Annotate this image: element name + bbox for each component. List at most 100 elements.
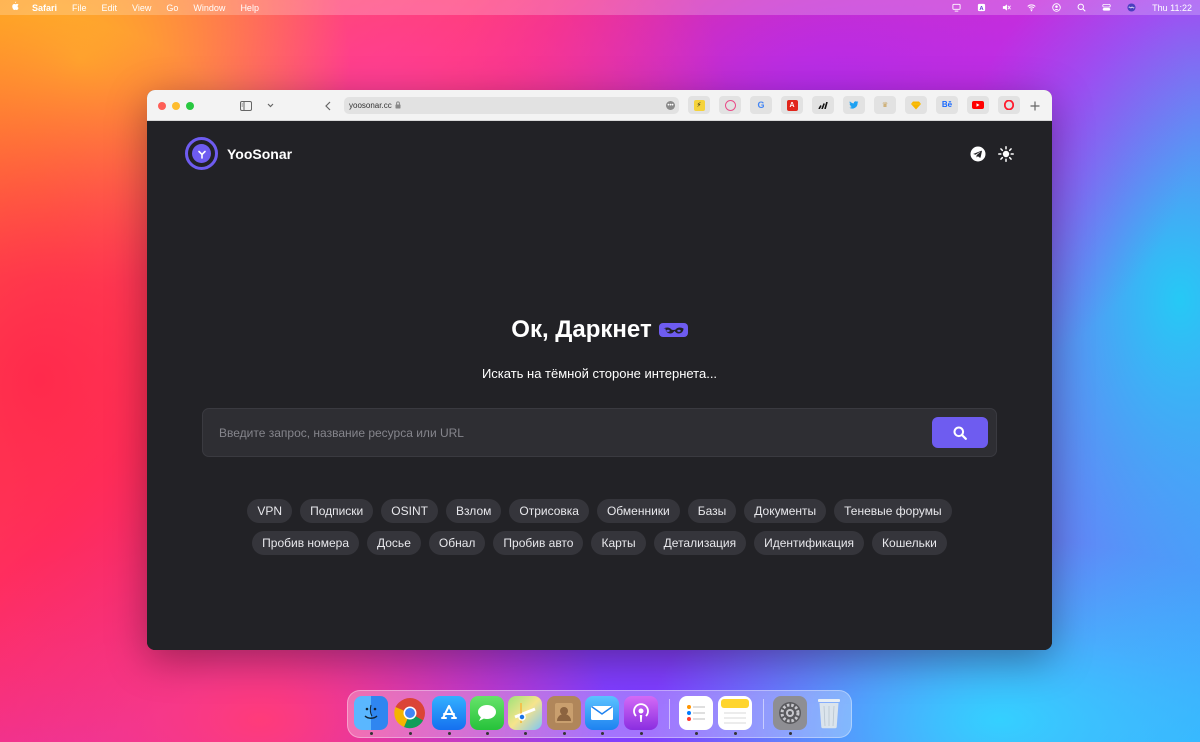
notes-icon[interactable] [718, 696, 752, 730]
tag-cashout[interactable]: Обнал [428, 531, 486, 555]
favorite-sketch-icon[interactable] [905, 96, 927, 114]
reminders-icon[interactable] [679, 696, 713, 730]
brand-name: YooSonar [227, 145, 293, 162]
search-input[interactable] [203, 409, 923, 456]
finder-running-dot [370, 732, 373, 735]
chrome-running-dot [409, 732, 412, 735]
podcasts-icon[interactable] [624, 696, 658, 730]
contacts-icon[interactable] [547, 696, 581, 730]
tag-row-2: Пробив номера Досье Обнал Пробив авто Ка… [147, 531, 1052, 555]
menu-help[interactable]: Help [240, 3, 259, 13]
spotlight-search-icon[interactable] [1077, 3, 1086, 12]
apple-menu-icon[interactable] [10, 1, 20, 14]
back-chevron-icon[interactable] [322, 98, 334, 113]
headline-text: Ок, Даркнет [511, 316, 652, 343]
dock-separator [669, 699, 670, 729]
favorite-youtube-icon[interactable] [967, 96, 989, 114]
favorite-1[interactable]: ⚡ [688, 96, 710, 114]
tag-osint[interactable]: OSINT [381, 499, 438, 523]
header-actions [958, 146, 1014, 162]
tag-shadow-forums[interactable]: Теневые форумы [834, 499, 952, 523]
favorite-adobe-icon[interactable]: A [781, 96, 803, 114]
screen-mirroring-icon[interactable] [952, 3, 961, 12]
page-subtitle: Искать на тёмной стороне интернета... [481, 366, 718, 381]
wifi-icon[interactable] [1027, 3, 1036, 12]
theme-toggle-sun-icon[interactable] [998, 146, 1014, 162]
contacts-running-dot [563, 732, 566, 735]
favorite-google-icon[interactable]: G [750, 96, 772, 114]
volume-muted-icon[interactable] [1002, 3, 1011, 12]
menu-bar: Safari File Edit View Go Window Help A T… [0, 0, 1200, 15]
browser-window: yoosonar.cc ••• ⚡ G A ♛ Bē YooSonar Ок, … [147, 90, 1052, 650]
address-bar[interactable]: yoosonar.cc ••• [344, 97, 679, 114]
finder-icon[interactable] [354, 696, 388, 730]
tag-dossier[interactable]: Досье [367, 531, 421, 555]
favorite-dribbble-icon[interactable] [719, 96, 741, 114]
browser-toolbar: yoosonar.cc ••• ⚡ G A ♛ Bē [147, 90, 1052, 121]
menu-view[interactable]: View [132, 3, 151, 13]
menu-window[interactable]: Window [193, 3, 225, 13]
maps-icon[interactable] [508, 696, 542, 730]
tag-wallets[interactable]: Кошельки [872, 531, 947, 555]
favorite-twitter-icon[interactable] [843, 96, 865, 114]
tab-group-chevron-down-icon[interactable] [265, 98, 275, 113]
trash-icon[interactable] [812, 696, 846, 730]
user-account-icon[interactable] [1052, 3, 1061, 12]
app-store-icon[interactable] [432, 696, 466, 730]
favorite-7[interactable]: ♛ [874, 96, 896, 114]
tag-exchangers[interactable]: Обменники [596, 499, 680, 523]
search-icon [953, 426, 967, 440]
status-area: A Thu 11:22 [952, 0, 1200, 15]
favorite-behance-icon[interactable]: Bē [936, 96, 958, 114]
tag-subscriptions[interactable]: Подписки [300, 499, 374, 523]
menu-edit[interactable]: Edit [102, 3, 118, 13]
messages-running-dot [486, 732, 489, 735]
telegram-icon[interactable] [970, 146, 986, 162]
system-settings-running-dot [789, 732, 792, 735]
control-center-icon[interactable] [1102, 3, 1111, 12]
tag-hacking[interactable]: Взлом [445, 499, 502, 523]
logo-mark-icon [185, 137, 218, 170]
tag-car-lookup[interactable]: Пробив авто [493, 531, 584, 555]
site-logo[interactable]: YooSonar [185, 137, 292, 170]
mask-icon [658, 323, 688, 337]
tag-vpn[interactable]: VPN [247, 499, 293, 523]
zoom-window-button[interactable] [186, 102, 194, 110]
sidebar-toggle-icon[interactable] [239, 98, 253, 113]
close-window-button[interactable] [158, 102, 166, 110]
mail-running-dot [601, 732, 604, 735]
tag-rendering[interactable]: Отрисовка [509, 499, 589, 523]
category-tags: VPN Подписки OSINT Взлом Отрисовка Обмен… [147, 499, 1052, 563]
tag-row-1: VPN Подписки OSINT Взлом Отрисовка Обмен… [147, 499, 1052, 523]
search-button[interactable] [932, 417, 988, 448]
favorite-adidas-icon[interactable] [812, 96, 834, 114]
favorite-opera-icon[interactable] [998, 96, 1020, 114]
menu-file[interactable]: File [72, 3, 87, 13]
menu-app-name[interactable]: Safari [32, 3, 57, 13]
search-box [202, 408, 997, 457]
app-store-running-dot [448, 732, 451, 735]
notes-running-dot [734, 732, 737, 735]
dock-separator-2 [763, 699, 764, 729]
reminders-running-dot [695, 732, 698, 735]
tag-identification[interactable]: Идентификация [754, 531, 865, 555]
tag-call-details[interactable]: Детализация [653, 531, 747, 555]
tag-cards[interactable]: Карты [591, 531, 646, 555]
chrome-icon[interactable] [393, 696, 427, 730]
messages-icon[interactable] [470, 696, 504, 730]
page-options-icon[interactable]: ••• [666, 101, 675, 110]
tag-documents[interactable]: Документы [744, 499, 827, 523]
mail-icon[interactable] [585, 696, 619, 730]
siri-icon[interactable] [1127, 3, 1136, 12]
new-tab-plus-icon[interactable] [1028, 98, 1042, 113]
tag-phone-lookup[interactable]: Пробив номера [252, 531, 359, 555]
system-settings-gear-icon[interactable] [773, 696, 807, 730]
page-content: YooSonar Ок, Даркнет Искать на тёмной ст… [147, 121, 1052, 650]
keyboard-input-icon[interactable]: A [977, 3, 986, 12]
minimize-window-button[interactable] [172, 102, 180, 110]
menu-go[interactable]: Go [166, 3, 178, 13]
maps-running-dot [524, 732, 527, 735]
dock [347, 690, 852, 738]
menu-bar-clock[interactable]: Thu 11:22 [1152, 3, 1192, 13]
tag-databases[interactable]: Базы [687, 499, 737, 523]
